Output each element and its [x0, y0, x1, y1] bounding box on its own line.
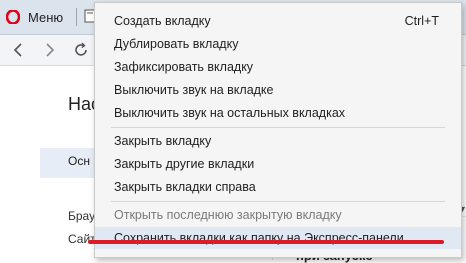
menu-divider: [111, 127, 445, 128]
menu-item-mute-tab[interactable]: Выключить звук на вкладке: [95, 79, 461, 101]
sidebar-item-label: Осн: [68, 154, 90, 168]
tab-context-menu: Создать вкладку Ctrl+T Дублировать вклад…: [94, 2, 462, 258]
menu-item-close-tab[interactable]: Закрыть вкладку: [95, 130, 461, 152]
tab-separator: [76, 8, 77, 26]
opera-menu-button[interactable]: Меню: [6, 6, 63, 28]
shortcut-label: Ctrl+T: [404, 14, 439, 28]
forward-button[interactable]: [40, 41, 58, 59]
reload-icon: [75, 42, 87, 56]
opera-logo-icon: [6, 10, 20, 24]
menu-item-new-tab[interactable]: Создать вкладку Ctrl+T: [95, 10, 461, 32]
browser-section-label: Брау: [68, 209, 96, 223]
red-annotation-underline: [88, 240, 444, 244]
menu-item-pin-tab[interactable]: Зафиксировать вкладку: [95, 56, 461, 78]
back-arrow-icon: [13, 43, 22, 57]
menu-divider: [111, 201, 445, 202]
menu-item-duplicate-tab[interactable]: Дублировать вкладку: [95, 33, 461, 55]
back-button[interactable]: [10, 41, 28, 59]
reload-button[interactable]: [72, 41, 90, 59]
menu-item-reopen-closed-tab[interactable]: Открыть последнюю закрытую вкладку: [95, 204, 461, 226]
menu-item-mute-other-tabs[interactable]: Выключить звук на остальных вкладках: [95, 102, 461, 124]
menu-item-close-other-tabs[interactable]: Закрыть другие вкладки: [95, 153, 461, 175]
menu-item-close-tabs-right[interactable]: Закрыть вкладки справа: [95, 176, 461, 198]
menu-item-save-tabs-speed-dial[interactable]: Сохранить вкладки как папку на Экспресс-…: [95, 227, 461, 249]
menu-label: Меню: [28, 9, 64, 25]
forward-arrow-icon: [46, 43, 55, 57]
